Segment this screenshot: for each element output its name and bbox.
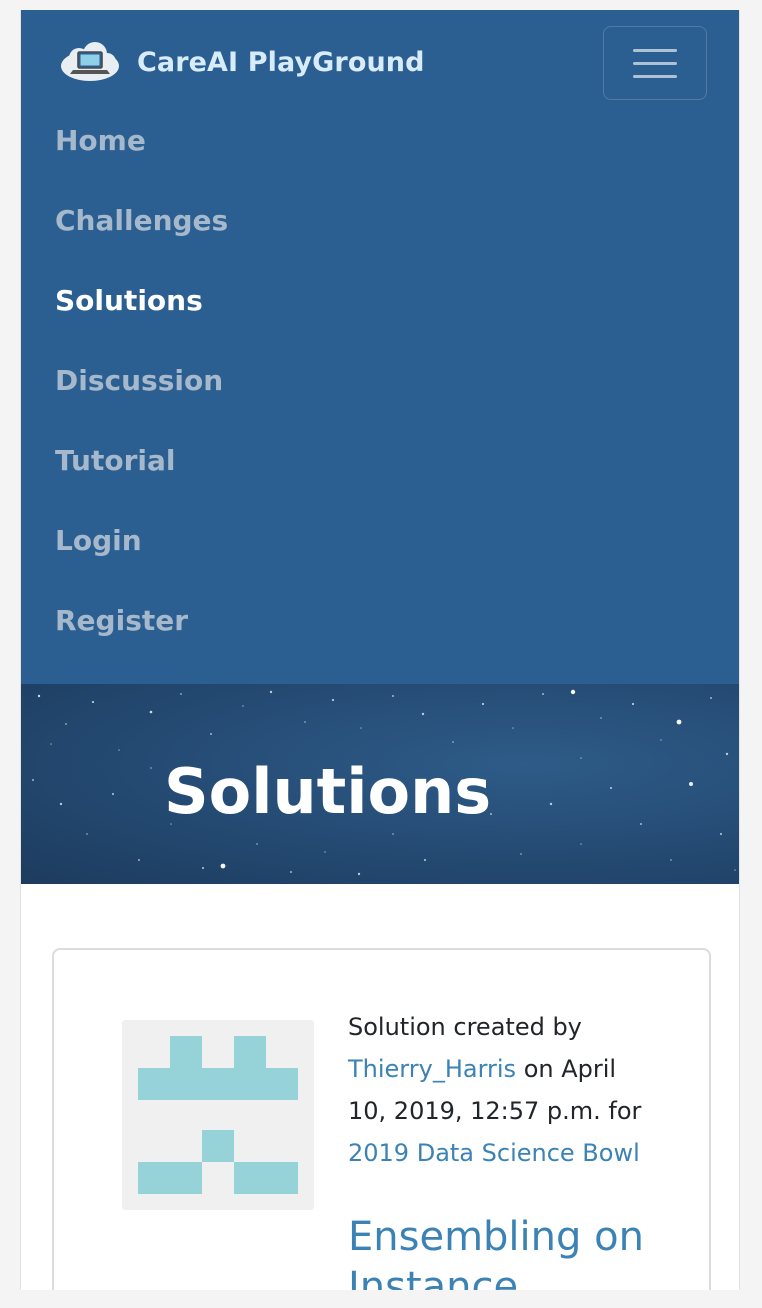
nav-item-solutions[interactable]: Solutions [55,274,228,354]
brand-link[interactable]: CareAI PlayGround [59,40,425,84]
solution-meta: Solution created by Thierry_Harris on Ap… [348,1006,648,1174]
nav-item-home[interactable]: Home [55,114,228,194]
author-link[interactable]: Thierry_Harris [348,1055,516,1083]
nav-item-challenges[interactable]: Challenges [55,194,228,274]
nav-list: Home Challenges Solutions Discussion Tut… [55,114,228,674]
challenge-link[interactable]: 2019 Data Science Bowl [348,1139,640,1167]
nav-item-discussion[interactable]: Discussion [55,354,228,434]
solution-title-link[interactable]: Ensembling on Instance [348,1212,688,1290]
nav-item-register[interactable]: Register [55,594,228,674]
solution-card: Solution created by Thierry_Harris on Ap… [52,948,711,1290]
brand-name: CareAI PlayGround [137,46,425,78]
page-title: Solutions [164,755,492,828]
hero-banner: Solutions [21,684,739,884]
navbar: CareAI PlayGround Home Challenges Soluti… [21,10,739,684]
created-by-label: Solution created by [348,1013,582,1041]
nav-item-login[interactable]: Login [55,514,228,594]
hamburger-menu-icon[interactable] [603,26,707,100]
cloud-laptop-icon [61,42,119,81]
author-identicon [122,1020,314,1210]
page-frame: CareAI PlayGround Home Challenges Soluti… [20,10,740,1290]
nav-item-tutorial[interactable]: Tutorial [55,434,228,514]
